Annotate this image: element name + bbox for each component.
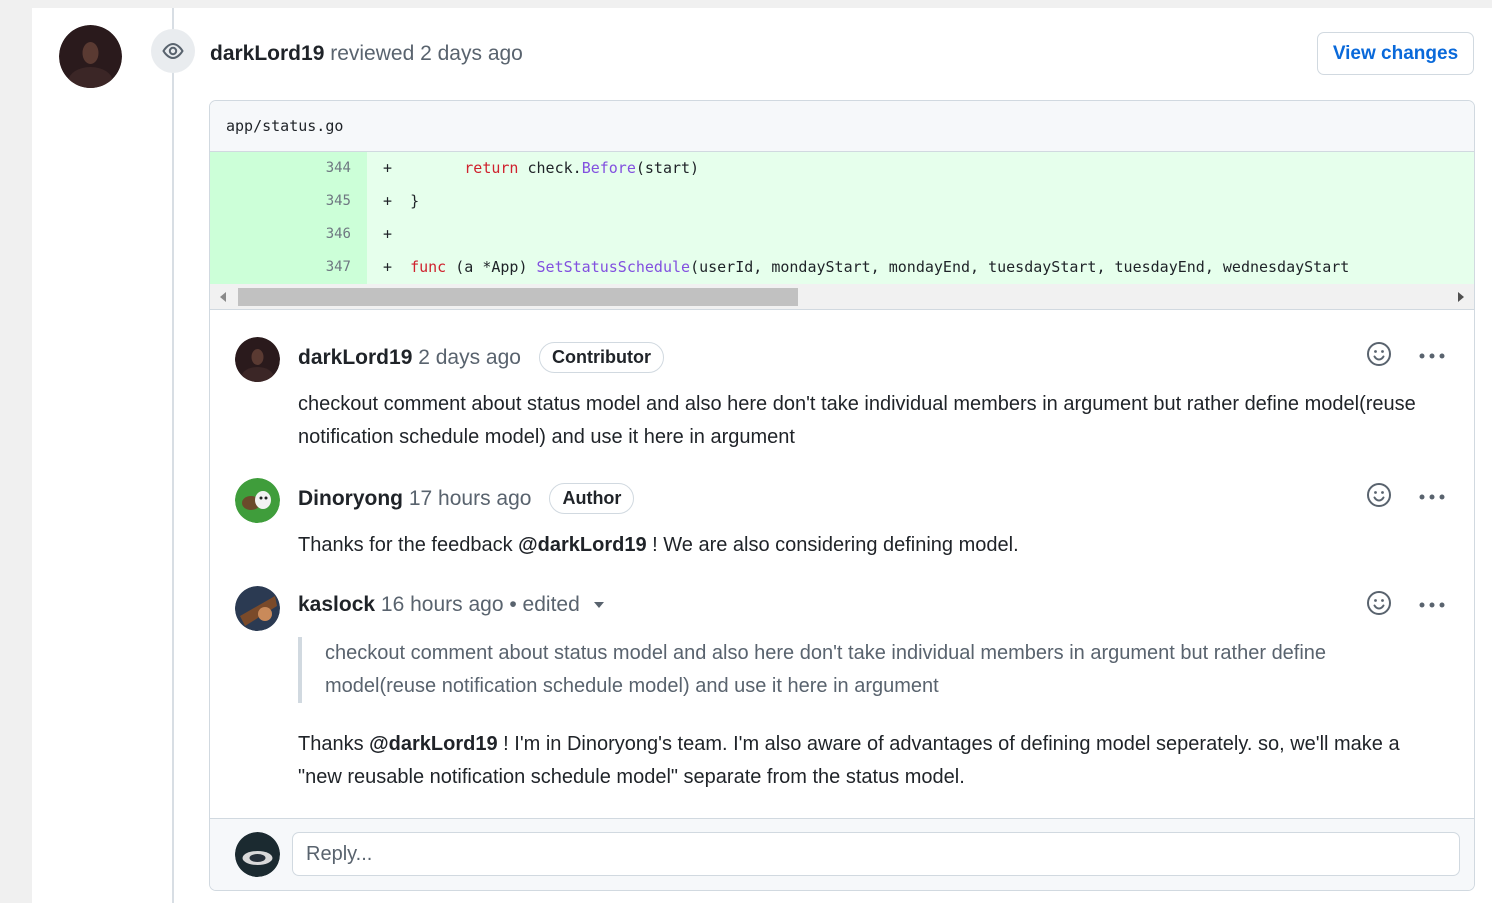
- diff-line: 347 + func (a *App) SetStatusSchedule(use…: [210, 251, 1474, 284]
- code-line: +: [383, 225, 402, 243]
- avatar[interactable]: [235, 586, 280, 631]
- review-thread: app/status.go 344 + return check.Before(s…: [209, 100, 1475, 891]
- diff-line: 346 +: [210, 218, 1474, 251]
- comment-header: kaslock 16 hours ago • edited: [298, 591, 604, 619]
- eye-icon: [151, 29, 195, 73]
- comment-body: checkout comment about status model and …: [298, 393, 1416, 448]
- contributor-badge: Contributor: [538, 342, 664, 373]
- line-number[interactable]: 344: [210, 152, 367, 185]
- diff-line: 344 + return check.Before(start): [210, 152, 1474, 185]
- smiley-icon[interactable]: [1366, 590, 1392, 621]
- scroll-right-icon[interactable]: [1458, 292, 1464, 302]
- edited-label[interactable]: • edited: [509, 591, 579, 619]
- comment-author[interactable]: Dinoryong: [298, 485, 403, 513]
- kebab-horizontal-icon[interactable]: [1418, 488, 1446, 506]
- comment-actions: [1366, 590, 1446, 620]
- author-badge: Author: [549, 483, 635, 514]
- timeline-line: [172, 8, 174, 903]
- code-line: + }: [383, 192, 420, 210]
- user-mention[interactable]: @darkLord19: [369, 733, 497, 755]
- comment-actions: [1366, 482, 1446, 512]
- comment-text: Thanks for the feedback: [298, 534, 519, 556]
- diff-line: 345 + }: [210, 185, 1474, 218]
- comment-time[interactable]: 17 hours ago: [409, 485, 532, 513]
- avatar[interactable]: [235, 478, 280, 523]
- triangle-down-icon[interactable]: [593, 602, 604, 608]
- comment-author[interactable]: kaslock: [298, 591, 375, 619]
- diff-code: 344 + return check.Before(start) 345 + } 346…: [210, 152, 1474, 284]
- comment-time[interactable]: 2 days ago: [418, 344, 521, 372]
- line-number[interactable]: 347: [210, 251, 367, 284]
- blockquote: checkout comment about status model and …: [298, 637, 1428, 703]
- scroll-thumb[interactable]: [238, 288, 798, 306]
- comment-text: Thanks: [298, 733, 370, 755]
- line-number[interactable]: 346: [210, 218, 367, 251]
- comment-time[interactable]: 16 hours ago: [381, 591, 504, 619]
- comment-actions: [1366, 341, 1446, 371]
- review-time[interactable]: 2 days ago: [420, 42, 523, 65]
- code-line: + func (a *App) SetStatusSchedule(userId…: [383, 258, 1350, 276]
- comment-body: Thanks for the feedback @darkLord19 ! We…: [298, 529, 1438, 562]
- scroll-left-icon[interactable]: [220, 292, 226, 302]
- reply-bar: [210, 818, 1474, 890]
- review-header: darkLord19 reviewed 2 days ago: [210, 40, 523, 68]
- user-mention[interactable]: @darkLord19: [518, 534, 646, 556]
- comment-header: Dinoryong 17 hours ago Author: [298, 483, 635, 514]
- comment-text: ! We are also considering defining model…: [646, 534, 1019, 556]
- kebab-horizontal-icon[interactable]: [1418, 596, 1446, 614]
- reply-input[interactable]: [292, 832, 1460, 876]
- comment-body: Thanks @darkLord19 ! I'm in Dinoryong's …: [298, 728, 1438, 794]
- avatar[interactable]: [235, 337, 280, 382]
- smiley-icon[interactable]: [1366, 482, 1392, 513]
- review-author[interactable]: darkLord19: [210, 42, 324, 65]
- review-action: reviewed: [330, 42, 415, 65]
- line-number[interactable]: 345: [210, 185, 367, 218]
- file-path[interactable]: app/status.go: [210, 101, 1474, 152]
- smiley-icon[interactable]: [1366, 341, 1392, 372]
- view-changes-button[interactable]: View changes: [1317, 32, 1474, 75]
- horizontal-scrollbar[interactable]: [210, 284, 1474, 310]
- current-user-avatar[interactable]: [235, 832, 280, 877]
- comment-author[interactable]: darkLord19: [298, 344, 412, 372]
- code-line: + return check.Before(start): [383, 159, 700, 177]
- comment-header: darkLord19 2 days ago Contributor: [298, 342, 664, 373]
- kebab-horizontal-icon[interactable]: [1418, 347, 1446, 365]
- reviewer-avatar[interactable]: [59, 25, 122, 88]
